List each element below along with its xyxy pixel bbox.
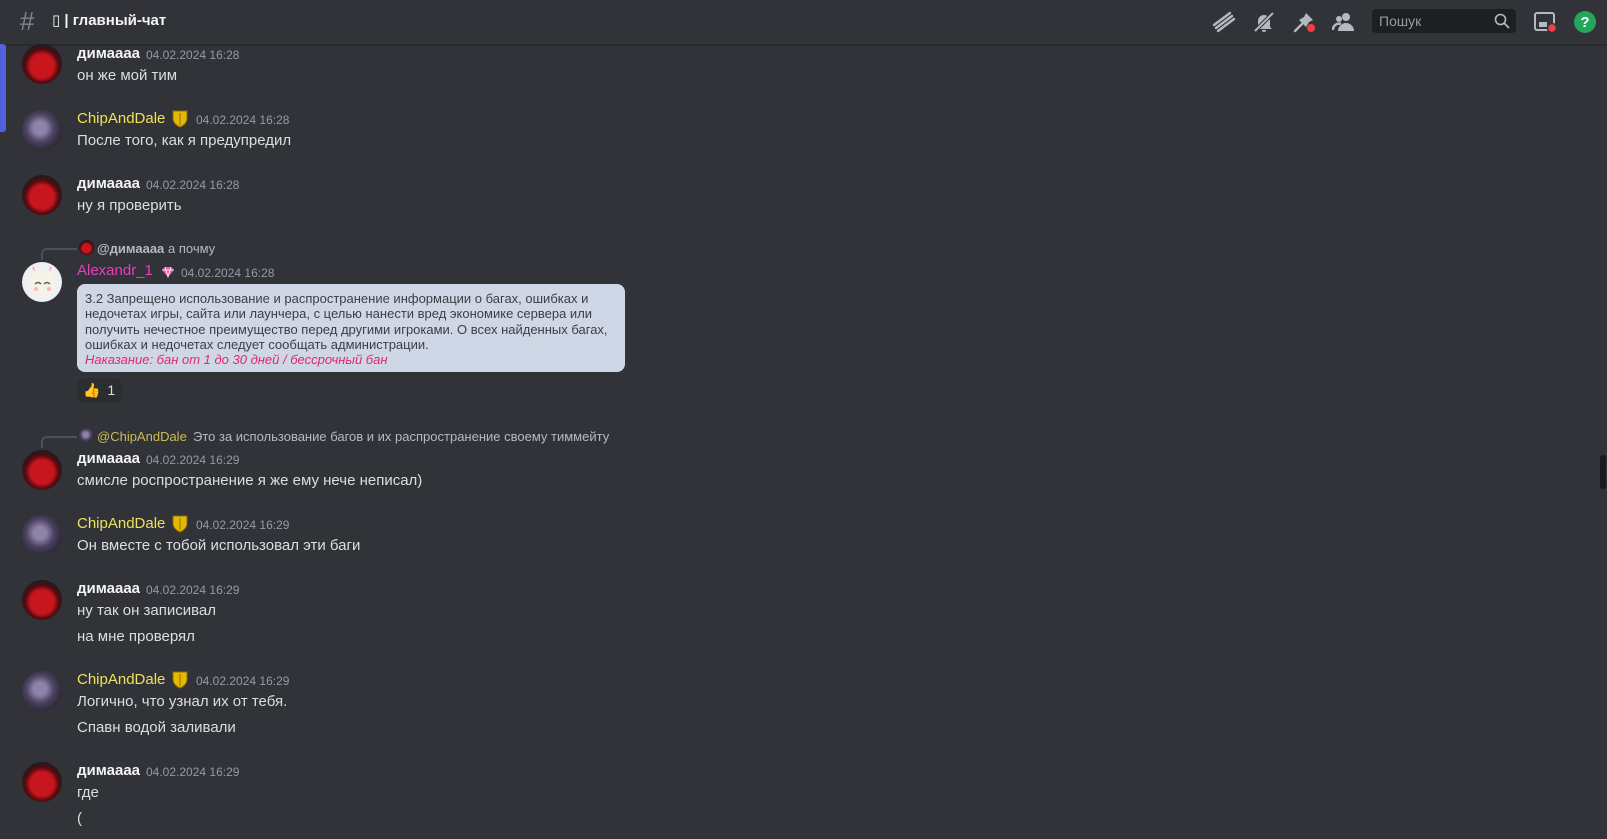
message-text: ( bbox=[77, 810, 82, 827]
message-author[interactable]: димаааа bbox=[77, 45, 140, 63]
shield-badge-icon bbox=[172, 515, 188, 533]
reply-author[interactable]: @димаааа bbox=[97, 241, 164, 256]
reply-preview[interactable]: Это за использование багов и их распрост… bbox=[193, 429, 609, 444]
svg-text:?: ? bbox=[1580, 14, 1589, 31]
members-icon[interactable] bbox=[1332, 10, 1356, 34]
quote-line: 3.2 Запрещено использование и распростра… bbox=[85, 291, 589, 306]
unread-indicator bbox=[0, 44, 6, 132]
avatar[interactable] bbox=[22, 44, 62, 84]
message-text: Он вместе с тобой использовал эти баги bbox=[77, 537, 361, 554]
rule-quote-block: 3.2 Запрещено использование и распростра… bbox=[77, 284, 625, 372]
quote-penalty: Наказание: бан от 1 до 30 дней / бессроч… bbox=[85, 352, 388, 368]
gem-badge-icon bbox=[162, 266, 174, 278]
avatar[interactable] bbox=[22, 671, 62, 711]
avatar[interactable] bbox=[22, 110, 62, 150]
reply-connector bbox=[41, 248, 77, 260]
message-timestamp: 04.02.2024 16:28 bbox=[146, 48, 240, 62]
message-author[interactable]: димаааа bbox=[77, 175, 140, 193]
channel-header: # ▯ | главный-чат Пошук ? bbox=[0, 0, 1607, 45]
message-author[interactable]: димаааа bbox=[77, 580, 140, 598]
search-icon bbox=[1494, 13, 1510, 29]
message-author[interactable]: Alexandr_1 bbox=[77, 262, 153, 280]
message-author[interactable]: ChipAndDale bbox=[77, 515, 165, 533]
channel-hash-icon: # bbox=[20, 6, 35, 36]
message-text: ну я проверить bbox=[77, 197, 182, 214]
message-timestamp: 04.02.2024 16:29 bbox=[196, 518, 290, 532]
message-timestamp: 04.02.2024 16:28 bbox=[146, 178, 240, 192]
message-author[interactable]: димаааа bbox=[77, 762, 140, 780]
inbox-icon[interactable] bbox=[1533, 10, 1557, 34]
message-text: он же мой тим bbox=[77, 67, 178, 84]
message-text: ну так он записивал bbox=[77, 602, 217, 619]
avatar[interactable] bbox=[22, 762, 62, 802]
pin-icon[interactable] bbox=[1292, 10, 1316, 34]
search-placeholder: Пошук bbox=[1379, 13, 1422, 29]
shield-badge-icon bbox=[172, 671, 188, 689]
thumbs-up-icon: 👍 bbox=[83, 382, 101, 398]
message-text: Спавн водой заливали bbox=[77, 719, 236, 736]
threads-icon[interactable] bbox=[1212, 10, 1236, 34]
message-text: смисле роспространение я же ему нече неп… bbox=[77, 472, 423, 489]
quote-line: недочетах игры, сайта или лаунчера, с це… bbox=[85, 306, 593, 322]
help-icon[interactable]: ? bbox=[1573, 10, 1597, 34]
shield-badge-icon bbox=[172, 110, 188, 128]
channel-title: ▯ | главный-чат bbox=[52, 12, 167, 29]
message-timestamp: 04.02.2024 16:29 bbox=[146, 765, 240, 779]
quote-line: получить нечестное преимущество перед др… bbox=[85, 321, 608, 337]
message-timestamp: 04.02.2024 16:28 bbox=[196, 113, 290, 127]
search-input[interactable]: Пошук bbox=[1372, 9, 1516, 33]
reaction-thumbs-up[interactable]: 👍 1 bbox=[77, 378, 122, 403]
avatar[interactable] bbox=[22, 515, 62, 555]
avatar[interactable] bbox=[22, 450, 62, 490]
reply-avatar bbox=[79, 428, 94, 443]
avatar[interactable] bbox=[22, 175, 62, 215]
scrollbar-thumb[interactable] bbox=[1600, 455, 1606, 489]
reply-preview[interactable]: а почму bbox=[168, 241, 215, 256]
message-text: где bbox=[77, 784, 99, 801]
mute-bell-icon[interactable] bbox=[1252, 10, 1276, 34]
message-timestamp: 04.02.2024 16:29 bbox=[146, 453, 240, 467]
avatar[interactable] bbox=[22, 262, 62, 302]
message-text: Логично, что узнал их от тебя. bbox=[77, 693, 288, 710]
message-text: После того, как я предупредил bbox=[77, 132, 292, 149]
message-timestamp: 04.02.2024 16:29 bbox=[196, 674, 290, 688]
message-author[interactable]: димаааа bbox=[77, 450, 140, 468]
message-author[interactable]: ChipAndDale bbox=[77, 110, 165, 128]
message-author[interactable]: ChipAndDale bbox=[77, 671, 165, 689]
reply-avatar bbox=[79, 240, 94, 255]
message-timestamp: 04.02.2024 16:28 bbox=[181, 266, 275, 280]
reply-author[interactable]: @ChipAndDale bbox=[97, 429, 187, 444]
reply-connector bbox=[41, 436, 77, 448]
avatar[interactable] bbox=[22, 580, 62, 620]
message-timestamp: 04.02.2024 16:29 bbox=[146, 583, 240, 597]
quote-line: ошибках и недочетах следует сообщать адм… bbox=[85, 336, 429, 352]
reaction-count: 1 bbox=[107, 382, 116, 398]
message-text: на мне проверял bbox=[77, 628, 195, 645]
